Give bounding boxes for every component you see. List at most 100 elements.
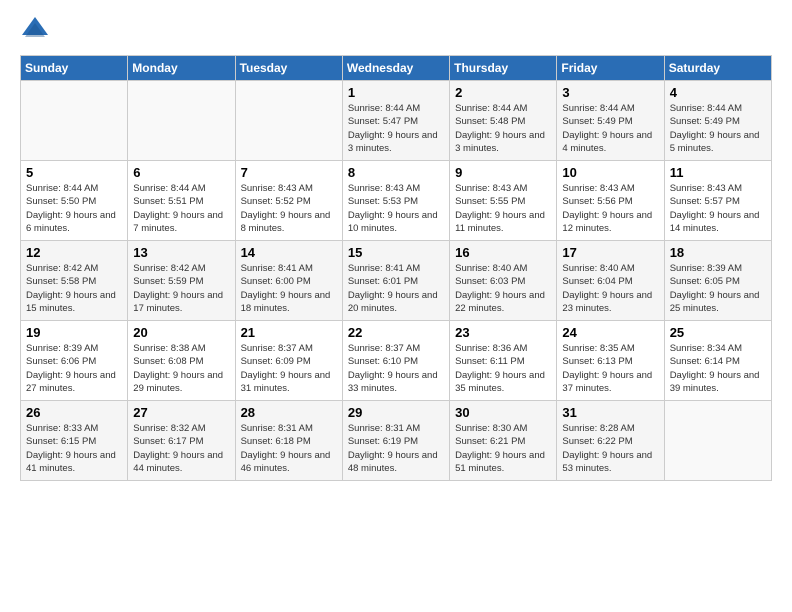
day-info: Sunrise: 8:39 AM Sunset: 6:05 PM Dayligh…: [670, 262, 766, 315]
day-info: Sunrise: 8:44 AM Sunset: 5:49 PM Dayligh…: [670, 102, 766, 155]
day-number: 13: [133, 245, 229, 260]
day-number: 21: [241, 325, 337, 340]
day-number: 25: [670, 325, 766, 340]
day-number: 11: [670, 165, 766, 180]
day-info: Sunrise: 8:43 AM Sunset: 5:52 PM Dayligh…: [241, 182, 337, 235]
day-number: 12: [26, 245, 122, 260]
day-number: 10: [562, 165, 658, 180]
calendar-cell: 14Sunrise: 8:41 AM Sunset: 6:00 PM Dayli…: [235, 241, 342, 321]
calendar-week-row: 26 Sunrise: 8:33 AM Sunset: 6:15 PM Dayli…: [21, 401, 772, 481]
calendar-cell: 23 Sunrise: 8:36 AM Sunset: 6:11 PM Dayli…: [450, 321, 557, 401]
day-info: Sunrise: 8:37 AM Sunset: 6:10 PM Dayligh…: [348, 342, 444, 395]
day-number: 19: [26, 325, 122, 340]
day-info: Sunrise: 8:32 AM Sunset: 6:17 PM Dayligh…: [133, 422, 229, 475]
calendar-cell: 4 Sunrise: 8:44 AM Sunset: 5:49 PM Daylig…: [664, 81, 771, 161]
day-info: Sunrise: 8:37 AM Sunset: 6:09 PM Dayligh…: [241, 342, 337, 395]
calendar-cell: 31 Sunrise: 8:28 AM Sunset: 6:22 PM Dayli…: [557, 401, 664, 481]
day-info: Sunrise: 8:36 AM Sunset: 6:11 PM Dayligh…: [455, 342, 551, 395]
day-number: 5: [26, 165, 122, 180]
day-info: Sunrise: 8:44 AM Sunset: 5:50 PM Dayligh…: [26, 182, 122, 235]
logo: [20, 15, 56, 45]
calendar-cell: 13 Sunrise: 8:42 AM Sunset: 5:59 PM Dayli…: [128, 241, 235, 321]
weekday-header: Tuesday: [235, 56, 342, 81]
weekday-header: Wednesday: [342, 56, 449, 81]
day-info: Sunrise: 8:43 AM Sunset: 5:53 PM Dayligh…: [348, 182, 444, 235]
day-number: 24: [562, 325, 658, 340]
day-number: 6: [133, 165, 229, 180]
calendar-cell: 12Sunrise: 8:42 AM Sunset: 5:58 PM Dayli…: [21, 241, 128, 321]
day-number: 4: [670, 85, 766, 100]
calendar-cell: [664, 401, 771, 481]
day-number: 18: [670, 245, 766, 260]
day-number: 27: [133, 405, 229, 420]
calendar-table: SundayMondayTuesdayWednesdayThursdayFrid…: [20, 55, 772, 481]
calendar-week-row: 1 Sunrise: 8:44 AM Sunset: 5:47 PM Daylig…: [21, 81, 772, 161]
calendar-week-row: 5 Sunrise: 8:44 AM Sunset: 5:50 PM Daylig…: [21, 161, 772, 241]
day-info: Sunrise: 8:31 AM Sunset: 6:18 PM Dayligh…: [241, 422, 337, 475]
calendar-cell: 17 Sunrise: 8:40 AM Sunset: 6:04 PM Dayli…: [557, 241, 664, 321]
calendar-cell: 15 Sunrise: 8:41 AM Sunset: 6:01 PM Dayli…: [342, 241, 449, 321]
day-info: Sunrise: 8:42 AM Sunset: 5:59 PM Dayligh…: [133, 262, 229, 315]
day-number: 28: [241, 405, 337, 420]
day-info: Sunrise: 8:43 AM Sunset: 5:56 PM Dayligh…: [562, 182, 658, 235]
calendar-cell: 9Sunrise: 8:43 AM Sunset: 5:55 PM Daylig…: [450, 161, 557, 241]
day-number: 1: [348, 85, 444, 100]
calendar-cell: 21 Sunrise: 8:37 AM Sunset: 6:09 PM Dayli…: [235, 321, 342, 401]
day-number: 15: [348, 245, 444, 260]
calendar-cell: 19 Sunrise: 8:39 AM Sunset: 6:06 PM Dayli…: [21, 321, 128, 401]
calendar-cell: 3 Sunrise: 8:44 AM Sunset: 5:49 PM Daylig…: [557, 81, 664, 161]
calendar-header-row: SundayMondayTuesdayWednesdayThursdayFrid…: [21, 56, 772, 81]
day-info: Sunrise: 8:30 AM Sunset: 6:21 PM Dayligh…: [455, 422, 551, 475]
day-number: 29: [348, 405, 444, 420]
day-number: 31: [562, 405, 658, 420]
calendar-cell: 25 Sunrise: 8:34 AM Sunset: 6:14 PM Dayli…: [664, 321, 771, 401]
day-number: 16: [455, 245, 551, 260]
day-info: Sunrise: 8:41 AM Sunset: 6:01 PM Dayligh…: [348, 262, 444, 315]
day-info: Sunrise: 8:34 AM Sunset: 6:14 PM Dayligh…: [670, 342, 766, 395]
calendar-cell: 16 Sunrise: 8:40 AM Sunset: 6:03 PM Dayli…: [450, 241, 557, 321]
day-info: Sunrise: 8:44 AM Sunset: 5:47 PM Dayligh…: [348, 102, 444, 155]
calendar-cell: 7 Sunrise: 8:43 AM Sunset: 5:52 PM Daylig…: [235, 161, 342, 241]
day-number: 14: [241, 245, 337, 260]
calendar-cell: 24 Sunrise: 8:35 AM Sunset: 6:13 PM Dayli…: [557, 321, 664, 401]
day-info: Sunrise: 8:40 AM Sunset: 6:03 PM Dayligh…: [455, 262, 551, 315]
day-number: 7: [241, 165, 337, 180]
calendar-cell: 26 Sunrise: 8:33 AM Sunset: 6:15 PM Dayli…: [21, 401, 128, 481]
calendar-cell: 1 Sunrise: 8:44 AM Sunset: 5:47 PM Daylig…: [342, 81, 449, 161]
calendar-cell: [128, 81, 235, 161]
calendar-cell: 28 Sunrise: 8:31 AM Sunset: 6:18 PM Dayli…: [235, 401, 342, 481]
calendar-cell: 20Sunrise: 8:38 AM Sunset: 6:08 PM Dayli…: [128, 321, 235, 401]
weekday-header: Sunday: [21, 56, 128, 81]
weekday-header: Friday: [557, 56, 664, 81]
calendar-cell: 11Sunrise: 8:43 AM Sunset: 5:57 PM Dayli…: [664, 161, 771, 241]
calendar-cell: [235, 81, 342, 161]
calendar-cell: 18 Sunrise: 8:39 AM Sunset: 6:05 PM Dayli…: [664, 241, 771, 321]
calendar-cell: 27 Sunrise: 8:32 AM Sunset: 6:17 PM Dayli…: [128, 401, 235, 481]
day-info: Sunrise: 8:39 AM Sunset: 6:06 PM Dayligh…: [26, 342, 122, 395]
calendar-cell: [21, 81, 128, 161]
calendar-cell: 30Sunrise: 8:30 AM Sunset: 6:21 PM Dayli…: [450, 401, 557, 481]
day-info: Sunrise: 8:33 AM Sunset: 6:15 PM Dayligh…: [26, 422, 122, 475]
day-info: Sunrise: 8:44 AM Sunset: 5:49 PM Dayligh…: [562, 102, 658, 155]
day-info: Sunrise: 8:44 AM Sunset: 5:48 PM Dayligh…: [455, 102, 551, 155]
day-info: Sunrise: 8:28 AM Sunset: 6:22 PM Dayligh…: [562, 422, 658, 475]
calendar-cell: 10 Sunrise: 8:43 AM Sunset: 5:56 PM Dayli…: [557, 161, 664, 241]
day-number: 26: [26, 405, 122, 420]
day-info: Sunrise: 8:40 AM Sunset: 6:04 PM Dayligh…: [562, 262, 658, 315]
calendar-week-row: 12Sunrise: 8:42 AM Sunset: 5:58 PM Dayli…: [21, 241, 772, 321]
day-number: 9: [455, 165, 551, 180]
day-info: Sunrise: 8:44 AM Sunset: 5:51 PM Dayligh…: [133, 182, 229, 235]
day-number: 20: [133, 325, 229, 340]
calendar-cell: 8 Sunrise: 8:43 AM Sunset: 5:53 PM Daylig…: [342, 161, 449, 241]
calendar-week-row: 19 Sunrise: 8:39 AM Sunset: 6:06 PM Dayli…: [21, 321, 772, 401]
header: [20, 15, 772, 45]
day-number: 17: [562, 245, 658, 260]
day-number: 3: [562, 85, 658, 100]
calendar-cell: 22Sunrise: 8:37 AM Sunset: 6:10 PM Dayli…: [342, 321, 449, 401]
day-number: 2: [455, 85, 551, 100]
day-number: 23: [455, 325, 551, 340]
day-number: 8: [348, 165, 444, 180]
weekday-header: Thursday: [450, 56, 557, 81]
calendar-cell: 29Sunrise: 8:31 AM Sunset: 6:19 PM Dayli…: [342, 401, 449, 481]
day-info: Sunrise: 8:35 AM Sunset: 6:13 PM Dayligh…: [562, 342, 658, 395]
